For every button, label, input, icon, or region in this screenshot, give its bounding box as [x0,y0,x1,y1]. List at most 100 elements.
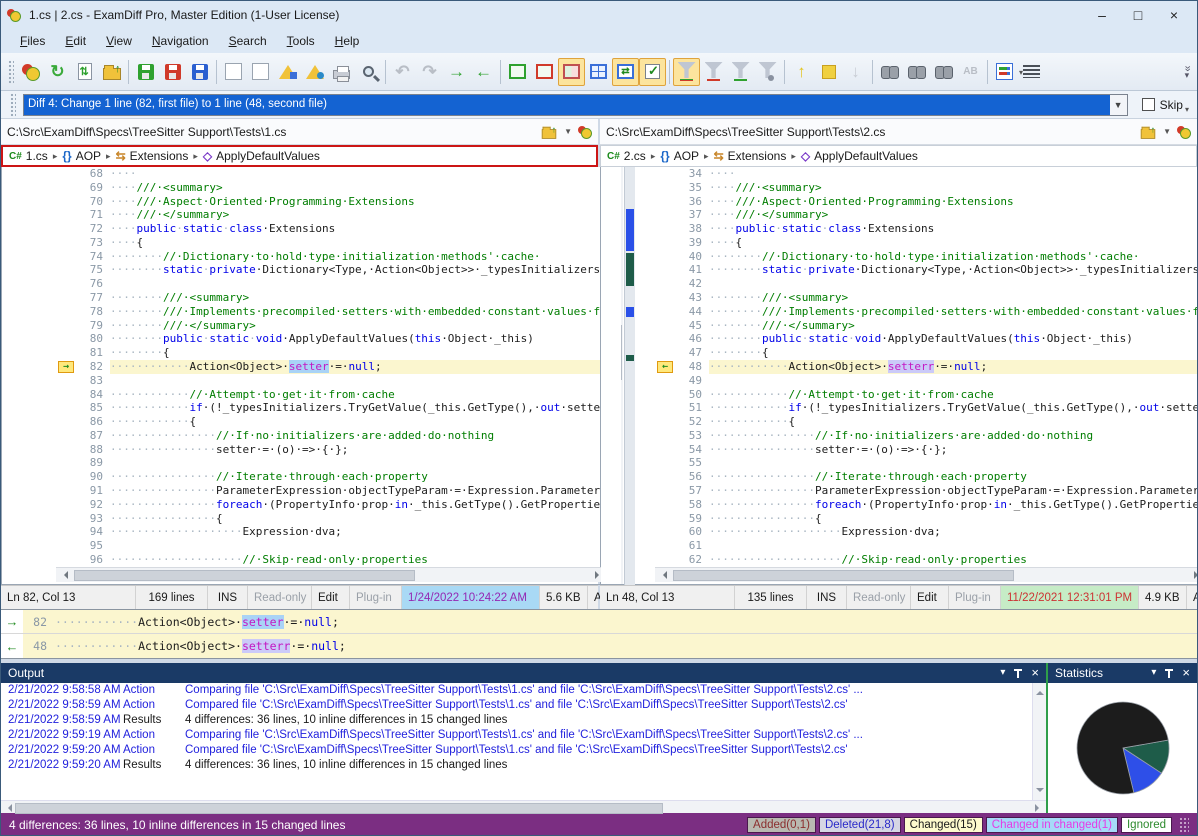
output-horizontal-scrollbar[interactable] [1,800,1046,813]
save-diff-report-icon[interactable] [274,58,301,86]
breadcrumb-item-applydefaultvalues[interactable]: ◇ApplyDefaultValues [801,149,918,163]
statistics-menu-icon[interactable]: ▾ [1151,668,1156,678]
line-number: 81 [76,346,110,360]
statistics-close-icon[interactable]: × [1182,668,1190,678]
line-details-icon[interactable] [1018,58,1045,86]
save-first-file-icon[interactable] [132,58,159,86]
output-log-row[interactable]: 2/21/2022 9:58:59 AMActionCompared file … [1,698,1046,713]
output-pin-icon[interactable] [1014,669,1022,678]
find-next-icon[interactable] [903,58,930,86]
diff-selector-combo[interactable]: Diff 4: Change 1 line (82, first file) t… [23,94,1128,116]
horizontal-scrollbar[interactable] [56,567,607,582]
save-both-files-icon[interactable] [186,58,213,86]
output-log-row[interactable]: 2/21/2022 9:59:20 AMResults4 differences… [1,758,1046,773]
menu-files[interactable]: Files [11,31,54,51]
toolbar-grip[interactable] [8,60,14,84]
minimize-button[interactable]: – [1085,4,1119,26]
print-preview-icon[interactable] [355,58,382,86]
maximize-button[interactable]: □ [1121,4,1155,26]
diff-map-1[interactable] [624,167,635,585]
output-log-row[interactable]: 2/21/2022 9:58:58 AMActionComparing file… [1,683,1046,698]
next-diff-icon[interactable]: ↓ [842,58,869,86]
chevron-down-icon[interactable]: ▼ [1163,127,1171,136]
line-number: 76 [76,277,110,291]
skip-options-arrow-icon[interactable]: ▾ [1185,105,1189,114]
compare-icon[interactable] [578,125,592,139]
save-second-file-icon[interactable] [159,58,186,86]
output-log[interactable]: 2/21/2022 9:58:58 AMActionComparing file… [1,683,1046,800]
edit-second-file-icon[interactable] [247,58,274,86]
compare-files-icon[interactable] [17,58,44,86]
compare-icon[interactable] [1177,125,1191,139]
close-button[interactable]: × [1157,4,1191,26]
open-file-icon[interactable] [542,129,556,139]
publish-diff-report-icon[interactable] [301,58,328,86]
recompare-icon[interactable]: ↻ [44,58,71,86]
breadcrumb-item-extensions[interactable]: ⇆Extensions [714,149,787,163]
redo-icon[interactable]: ↷ [416,58,443,86]
menu-tools[interactable]: Tools [278,31,324,51]
breadcrumb-2: C#2.cs▸{}AOP▸⇆Extensions▸◇ApplyDefaultVa… [600,145,1197,167]
show-inline-diffs-icon[interactable] [639,58,666,86]
output-log-row[interactable]: 2/21/2022 9:59:19 AMActionComparing file… [1,728,1046,743]
legend-icon[interactable]: ▾ [991,58,1018,86]
code-lines-2[interactable]: 34····35····///·<summary>36····///·Aspec… [655,167,1198,567]
open-files-icon[interactable] [98,58,125,86]
resize-grip[interactable] [1179,817,1189,833]
undo-icon[interactable]: ↶ [389,58,416,86]
find-icon[interactable] [876,58,903,86]
breadcrumb-item-1.cs[interactable]: C#1.cs [9,149,48,163]
output-close-icon[interactable]: × [1031,668,1039,678]
breadcrumb-item-extensions[interactable]: ⇆Extensions [116,149,189,163]
menu-search[interactable]: Search [220,31,276,51]
show-first-pane-icon[interactable] [504,58,531,86]
statistics-pie-chart [1065,690,1181,806]
toolbar-grip[interactable] [10,93,16,117]
status-segment: Ln 48, Col 13 [600,586,735,609]
print-icon[interactable] [328,58,355,86]
show-second-pane-icon[interactable] [531,58,558,86]
swap-files-icon[interactable] [71,58,98,86]
output-menu-icon[interactable]: ▾ [1000,668,1005,678]
copy-to-second-icon[interactable]: → [443,58,470,86]
copy-to-first-icon[interactable]: ← [470,58,497,86]
show-added-filter-icon[interactable] [727,58,754,86]
menu-help[interactable]: Help [326,31,369,51]
skip-checkbox[interactable]: Skip [1142,98,1183,112]
chevron-down-icon[interactable]: ▼ [564,127,572,136]
breadcrumb-item-aop[interactable]: {}AOP [62,149,101,163]
menu-edit[interactable]: Edit [56,31,95,51]
skip-checkbox-box[interactable] [1142,98,1155,111]
output-log-row[interactable]: 2/21/2022 9:58:59 AMResults4 differences… [1,713,1046,728]
show-all-diffs-filter-icon[interactable] [673,58,700,86]
show-deleted-filter-icon[interactable] [700,58,727,86]
grid-view-icon[interactable] [585,58,612,86]
line-number: 48 [675,360,709,374]
chevron-down-icon[interactable]: ▼ [1110,95,1127,115]
statistics-panel: Statistics ▾ × [1046,663,1197,813]
find-prev-icon[interactable] [930,58,957,86]
filter-search-icon[interactable] [754,58,781,86]
toolbar-overflow-chevron[interactable]: »▾ [1184,65,1193,79]
open-file-icon[interactable] [1141,129,1155,139]
split-view-icon[interactable] [558,58,585,86]
replace-icon[interactable]: AB [957,58,984,86]
line-number: 68 [76,167,110,181]
breadcrumb-1: C#1.cs▸{}AOP▸⇆Extensions▸◇ApplyDefaultVa… [1,145,598,167]
breadcrumb-item-applydefaultvalues[interactable]: ◇ApplyDefaultValues [203,149,320,163]
chevron-right-icon: ▸ [106,151,111,162]
horizontal-scrollbar[interactable] [655,567,1198,582]
synchronize-panes-icon[interactable] [612,58,639,86]
line-number: 61 [675,539,709,553]
edit-first-file-icon[interactable] [220,58,247,86]
previous-diff-icon[interactable]: ↑ [788,58,815,86]
output-vertical-scrollbar[interactable] [1032,683,1046,800]
current-diff-icon[interactable] [815,58,842,86]
menu-view[interactable]: View [97,31,141,51]
breadcrumb-item-2.cs[interactable]: C#2.cs [607,149,646,163]
code-lines-1[interactable]: 68····69····///·<summary>70····///·Aspec… [56,167,607,567]
statistics-pin-icon[interactable] [1165,669,1173,678]
breadcrumb-item-aop[interactable]: {}AOP [660,149,699,163]
menu-navigation[interactable]: Navigation [143,31,218,51]
output-log-row[interactable]: 2/21/2022 9:59:20 AMActionCompared file … [1,743,1046,758]
